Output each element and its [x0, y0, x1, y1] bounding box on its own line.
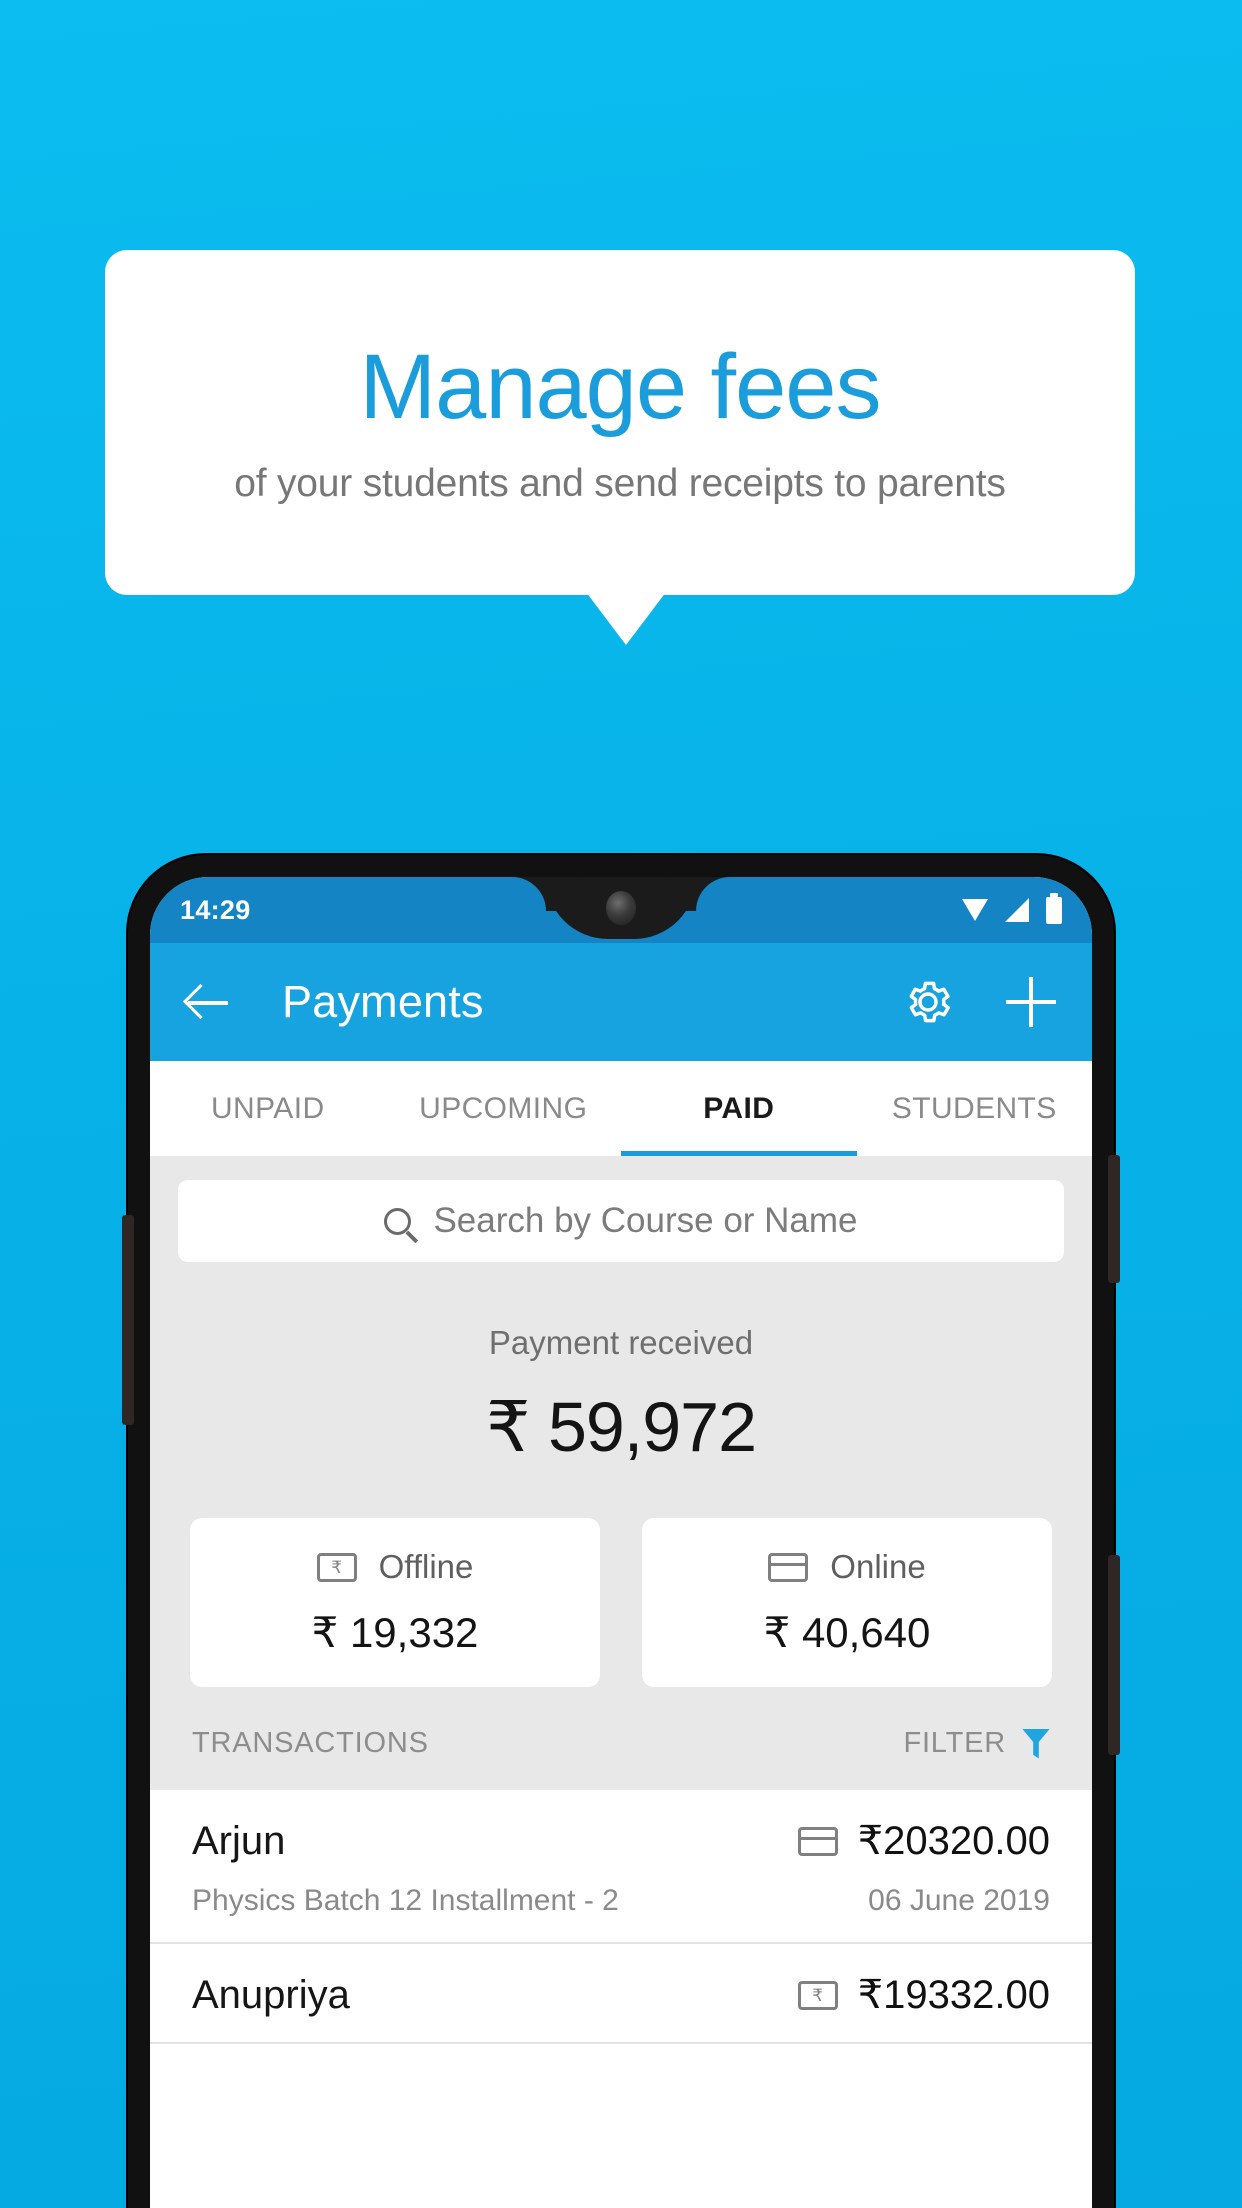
phone-volume-button[interactable]: [1108, 1555, 1120, 1755]
transaction-amount: ₹20320.00: [857, 1819, 1050, 1863]
transaction-primary-line: Arjun ₹20320.00: [192, 1818, 1050, 1864]
gear-icon[interactable]: [902, 976, 954, 1028]
transaction-date: 06 June 2019: [868, 1884, 1050, 1917]
filter-label: FILTER: [903, 1727, 1006, 1759]
tab-content: Search by Course or Name Payment receive…: [150, 1156, 1092, 2044]
page-title: Payments: [282, 976, 484, 1027]
transaction-amount-group: ₹20320.00: [797, 1818, 1050, 1864]
tab-paid[interactable]: PAID: [621, 1061, 857, 1156]
promo-bubble: Manage fees of your students and send re…: [105, 250, 1135, 595]
transaction-name: Anupriya: [192, 1972, 350, 2017]
signal-icon: [1005, 898, 1029, 922]
plus-icon[interactable]: [1006, 977, 1056, 1027]
banknote-icon: ₹: [316, 1552, 357, 1582]
status-time: 14:29: [180, 894, 251, 925]
status-icons: [962, 892, 1062, 924]
promo-bubble-tail: [586, 592, 666, 645]
phone-left-button[interactable]: [122, 1215, 134, 1425]
search-placeholder: Search by Course or Name: [433, 1201, 858, 1240]
promo-subheadline: of your students and send receipts to pa…: [234, 461, 1006, 505]
transactions-header: TRANSACTIONS FILTER: [150, 1687, 1092, 1790]
transaction-secondary-line: Physics Batch 12 Installment - 2 06 June…: [192, 1884, 1050, 1918]
phone-power-button[interactable]: [1108, 1155, 1120, 1283]
online-label: Online: [830, 1548, 926, 1585]
tab-upcoming[interactable]: UPCOMING: [386, 1061, 622, 1156]
table-row[interactable]: Arjun ₹20320.00 Physics Batch 12 Install…: [150, 1790, 1092, 1944]
transaction-name: Arjun: [192, 1818, 286, 1863]
summary-amount: ₹ 59,972: [485, 1388, 757, 1466]
online-card-head: Online: [642, 1548, 1052, 1586]
online-amount: ₹ 40,640: [763, 1609, 931, 1656]
wifi-icon: [962, 899, 988, 921]
offline-card[interactable]: ₹ Offline ₹ 19,332: [190, 1518, 600, 1687]
funnel-icon: [1022, 1728, 1050, 1759]
payment-mode-cards: ₹ Offline ₹ 19,332 Online ₹ 40,640: [150, 1488, 1092, 1687]
promo-headline: Manage fees: [359, 336, 882, 439]
app-bar-actions: [902, 976, 1056, 1028]
transaction-course: Physics Batch 12 Installment - 2: [192, 1884, 619, 1917]
offline-amount: ₹ 19,332: [311, 1609, 479, 1656]
transaction-amount-group: ₹ ₹19332.00: [797, 1972, 1050, 2018]
transaction-amount: ₹19332.00: [857, 1973, 1050, 2017]
search-input[interactable]: Search by Course or Name: [178, 1180, 1064, 1262]
filter-button[interactable]: FILTER: [903, 1727, 1050, 1760]
phone-frame: 14:29 Payments UNPAID UPCOMING PAID STUD…: [122, 855, 1120, 2208]
credit-card-icon: [797, 1826, 838, 1856]
display-notch: [546, 877, 696, 939]
credit-card-icon: [768, 1552, 809, 1582]
tab-unpaid[interactable]: UNPAID: [150, 1061, 386, 1156]
transaction-primary-line: Anupriya ₹ ₹19332.00: [192, 1972, 1050, 2018]
front-camera-icon: [606, 891, 636, 925]
promo-stage: Manage fees of your students and send re…: [0, 0, 1242, 2208]
payment-summary: Payment received ₹ 59,972: [150, 1262, 1092, 1488]
online-card[interactable]: Online ₹ 40,640: [642, 1518, 1052, 1687]
offline-label: Offline: [378, 1548, 474, 1585]
summary-label: Payment received: [488, 1324, 754, 1361]
status-bar: 14:29: [150, 877, 1092, 943]
back-arrow-icon[interactable]: [186, 979, 232, 1025]
transactions-title: TRANSACTIONS: [192, 1727, 429, 1759]
battery-icon: [1046, 892, 1062, 924]
app-bar: Payments: [150, 943, 1092, 1061]
tab-students[interactable]: STUDENTS: [857, 1061, 1093, 1156]
banknote-icon: ₹: [797, 1980, 838, 2010]
offline-card-head: ₹ Offline: [190, 1548, 600, 1586]
phone-screen: 14:29 Payments UNPAID UPCOMING PAID STUD…: [150, 877, 1092, 2208]
search-icon: [384, 1207, 412, 1235]
table-row[interactable]: Anupriya ₹ ₹19332.00: [150, 1944, 1092, 2044]
tab-bar: UNPAID UPCOMING PAID STUDENTS: [150, 1061, 1092, 1156]
transactions-list: Arjun ₹20320.00 Physics Batch 12 Install…: [150, 1790, 1092, 2044]
search-area: Search by Course or Name: [150, 1156, 1092, 1262]
